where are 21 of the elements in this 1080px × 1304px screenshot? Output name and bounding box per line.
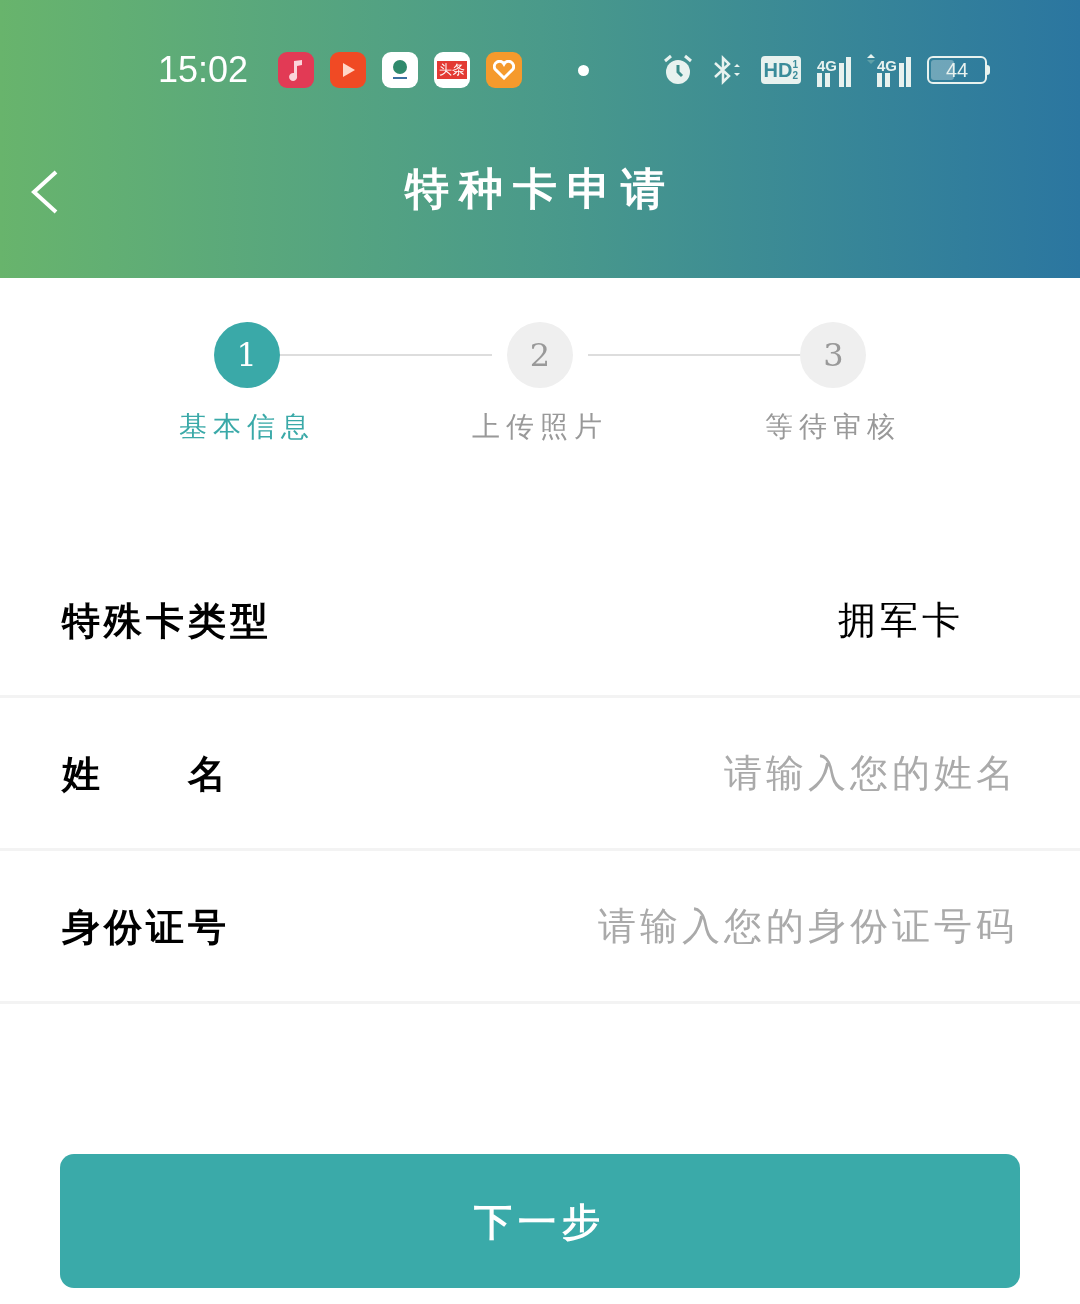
step-number: 1 [213, 322, 280, 388]
news-app-icon[interactable]: 头条 [434, 52, 471, 88]
input-field[interactable]: 请输入您的姓名 [498, 744, 1018, 802]
app-icon[interactable] [382, 52, 419, 88]
card-type-value[interactable]: 拥军卡 [838, 591, 964, 649]
clock: 15:02 [158, 48, 249, 92]
heart-app-icon[interactable] [486, 52, 523, 88]
music-app-icon[interactable] [278, 52, 315, 88]
input-field[interactable]: 请输入您的身份证号码 [498, 897, 1018, 955]
page-title: 特种卡申请 [405, 162, 675, 216]
play-app-icon[interactable] [330, 52, 367, 88]
next-step-button[interactable]: 下一步 [60, 1154, 1020, 1288]
battery-icon: 44 [927, 56, 990, 84]
step-label: 基本信息 [178, 409, 315, 445]
field-label: 姓 名 [62, 749, 230, 798]
step-label: 上传照片 [472, 409, 608, 445]
field-label: 特殊卡类型 [62, 596, 272, 645]
step-number: 2 [507, 322, 573, 388]
step-label: 等待审核 [765, 409, 902, 445]
step-number: 3 [800, 322, 867, 388]
field-label: 身份证号 [62, 902, 230, 951]
